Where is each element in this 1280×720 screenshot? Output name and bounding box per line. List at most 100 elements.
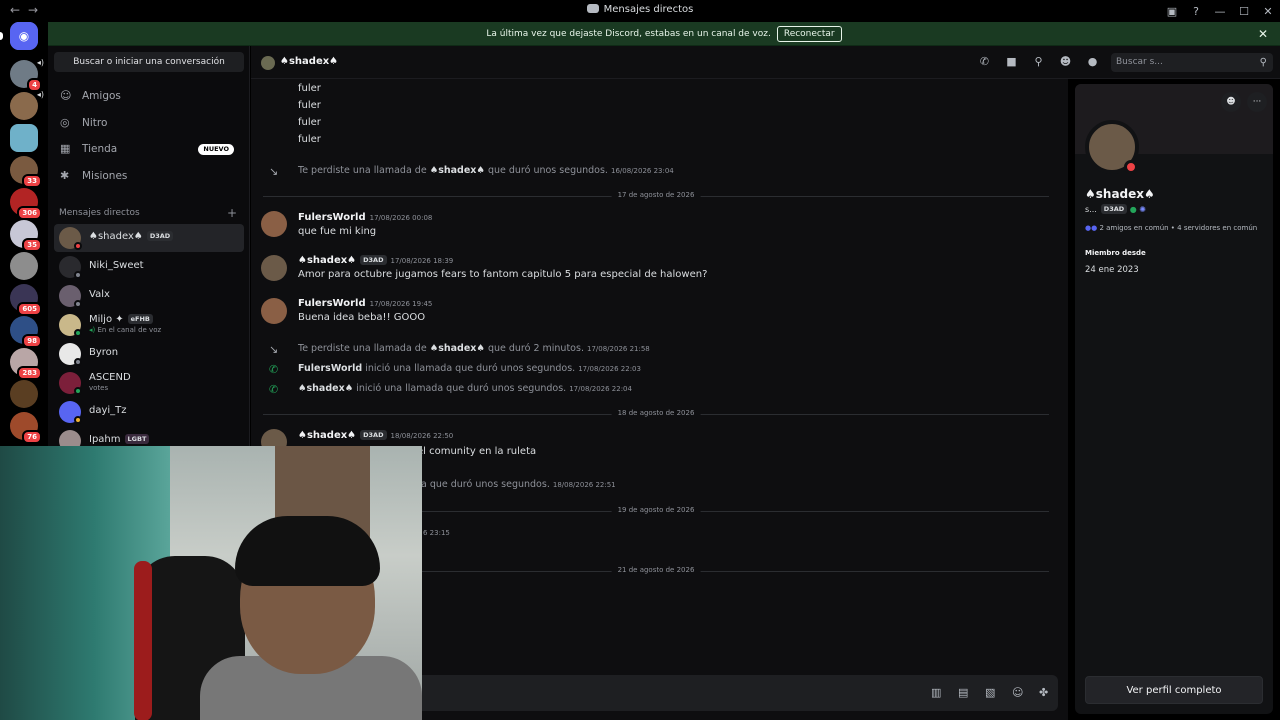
message-author: FulersWorld 17/08/2026 19:45 [298, 298, 433, 309]
server-icon[interactable]: ◂) 4 [10, 58, 44, 92]
chat-header: ♠shadex♠ ✆ ■ ⚲ ☻ ● Buscar s... ⚲ [251, 46, 1280, 79]
close-icon[interactable]: ✕ [1258, 22, 1268, 46]
status-online-icon [74, 387, 82, 395]
maximize-button[interactable]: ☐ [1232, 5, 1256, 18]
title-bar: ←→ Mensajes directos ▣ ? — ☐ ✕ [0, 0, 1280, 22]
dm-item[interactable]: Valx [54, 282, 244, 310]
server-icon[interactable] [10, 124, 38, 152]
avatar[interactable] [261, 211, 287, 237]
call-message: a que duró unos segundos. 18/08/2026 22:… [421, 479, 616, 490]
message-text: el comunity en la ruleta [417, 446, 537, 457]
selected-indicator [0, 32, 3, 40]
avatar [261, 56, 275, 70]
sticker-icon[interactable]: ▧ [985, 686, 995, 699]
mutuals[interactable]: ●● 2 amigos en común • 4 servidores en c… [1085, 224, 1257, 232]
chat-search-input[interactable]: Buscar s... ⚲ [1111, 53, 1273, 72]
add-dm-icon[interactable]: + [227, 206, 237, 220]
chat-title: ♠shadex♠ [280, 56, 339, 67]
close-button[interactable]: ✕ [1256, 5, 1280, 18]
missed-call-message: Te perdiste una llamada de ♠shadex♠ que … [298, 343, 650, 354]
status-offline-icon [74, 358, 82, 366]
nav-nitro[interactable]: ◎ Nitro [54, 111, 244, 135]
view-full-profile-button[interactable]: Ver perfil completo [1085, 676, 1263, 704]
status-offline-icon [74, 271, 82, 279]
server-icon[interactable]: 35 [10, 220, 42, 252]
call-icon: ✆ [269, 383, 279, 396]
inbox-icon[interactable]: ▣ [1160, 5, 1184, 18]
dm-search-button[interactable]: Buscar o iniciar una conversación [54, 52, 244, 72]
voice-call-icon[interactable]: ✆ [977, 55, 992, 69]
user-profile-icon[interactable]: ● [1085, 55, 1100, 69]
nitro-icon: ◎ [60, 116, 70, 129]
dm-item[interactable]: Miljo ✦ eFHB ◂) En el canal de voz [54, 311, 244, 339]
gift-icon[interactable]: ▥ [931, 686, 941, 699]
avatar[interactable] [261, 298, 287, 324]
dm-item[interactable]: Niki_Sweet [54, 253, 244, 281]
member-since-label: Miembro desde [1085, 249, 1146, 257]
server-icon[interactable]: 98 [10, 316, 42, 348]
friends-icon: ☺ [60, 89, 72, 102]
minimize-button[interactable]: — [1208, 5, 1232, 18]
profile-name: ♠shadex♠ [1085, 187, 1155, 201]
missed-call-message: Te perdiste una llamada de ♠shadex♠ que … [298, 165, 674, 176]
server-icon[interactable]: ◂) [10, 90, 44, 120]
nav-quests[interactable]: ✱ Misiones [54, 164, 244, 188]
discord-logo-icon: ◉ [10, 22, 38, 50]
call-message: ♠shadex♠ inició una llamada que duró uno… [298, 383, 632, 394]
guild-tag: eFHB [127, 314, 153, 324]
more-options-icon[interactable]: ··· [1247, 92, 1267, 112]
volume-icon: ◂) [36, 58, 44, 67]
home-button[interactable]: ◉ [10, 22, 38, 50]
avatar[interactable] [261, 255, 287, 281]
call-message: FulersWorld inició una llamada que duró … [298, 363, 641, 374]
server-icon[interactable] [10, 380, 38, 408]
dm-item[interactable]: Byron [54, 340, 244, 368]
status-dnd-icon [74, 242, 82, 250]
call-message: 6 23:15 [423, 529, 450, 537]
webcam-overlay [0, 446, 422, 720]
message-text: Amor para octubre jugamos fears to fanto… [298, 269, 708, 280]
status-offline-icon [74, 300, 82, 308]
message-text: fuler [298, 100, 321, 111]
pinned-icon[interactable]: ⚲ [1031, 55, 1046, 69]
message-text: Buena idea beba!! GOOO [298, 312, 426, 323]
server-icon[interactable] [10, 252, 38, 280]
dm-item[interactable]: ♠shadex♠ D3AD [54, 224, 244, 252]
dm-item[interactable]: dayi_Tz [54, 398, 244, 426]
voice-reconnect-banner: La última vez que dejaste Discord, estab… [48, 22, 1280, 46]
dm-section-title: Mensajes directos [59, 208, 140, 218]
mutual-avatars-icon: ●● [1085, 224, 1098, 232]
date-divider: 17 de agosto de 2026 [263, 191, 1049, 199]
nav-friends[interactable]: ☺ Amigos [54, 84, 244, 108]
video-call-icon[interactable]: ■ [1004, 55, 1019, 69]
window-title: Mensajes directos [0, 4, 1280, 15]
gif-icon[interactable]: ▤ [958, 686, 968, 699]
help-icon[interactable]: ? [1184, 5, 1208, 18]
add-friend-icon[interactable]: ☻ [1221, 92, 1241, 112]
message-author: FulersWorld 17/08/2026 00:08 [298, 212, 433, 223]
apps-icon[interactable]: ✤ [1039, 686, 1048, 699]
nav-shop[interactable]: ▦ Tienda NUEVO [54, 137, 244, 161]
new-badge: NUEVO [198, 144, 234, 155]
server-icon[interactable]: 283 [10, 348, 42, 380]
guild-tag: D3AD [146, 231, 174, 241]
date-divider: 18 de agosto de 2026 [263, 409, 1049, 417]
missed-call-icon: ↘ [269, 343, 279, 356]
server-icon[interactable]: 306 [10, 188, 42, 220]
user-profile-panel: ☻ ··· ♠shadex♠ s... D3AD ● ✺ ●● 2 amigos … [1075, 84, 1273, 714]
quests-icon: ✱ [60, 169, 70, 182]
server-icon[interactable]: 605 [10, 284, 42, 316]
badge-icon: ● [1129, 205, 1137, 214]
message-author: ♠shadex♠ D3AD 18/08/2026 22:50 [298, 430, 454, 441]
reconnect-button[interactable]: Reconectar [776, 26, 842, 42]
dm-item[interactable]: ASCEND votes [54, 369, 244, 397]
add-friends-icon[interactable]: ☻ [1058, 55, 1073, 69]
server-icon[interactable]: 33 [10, 156, 42, 188]
status-idle-icon [74, 416, 82, 424]
status-dnd-icon [1124, 160, 1138, 174]
server-icon[interactable]: 76 [10, 412, 42, 444]
missed-call-icon: ↘ [269, 165, 279, 178]
guild-tag: LGBT [124, 434, 150, 444]
emoji-icon[interactable]: ☺ [1012, 686, 1023, 699]
message-text: fuler [298, 134, 321, 145]
